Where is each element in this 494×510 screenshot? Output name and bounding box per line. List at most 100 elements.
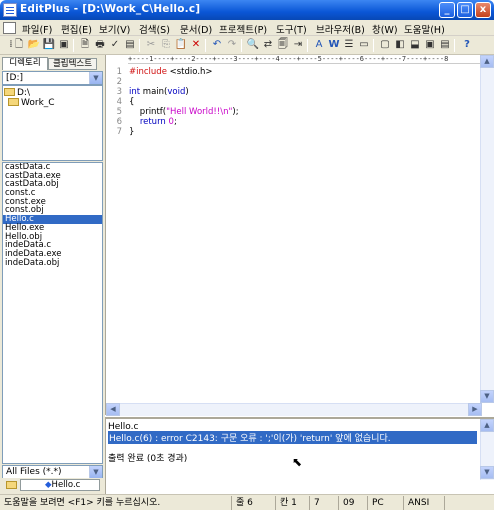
tab-cliptext[interactable]: 클립텍스트 <box>48 58 97 70</box>
tab-directory[interactable]: 디렉토리 <box>2 57 48 70</box>
document-tab-hello-c[interactable]: ◆Hello.c <box>20 479 100 491</box>
output-status-line[interactable]: 출력 완료 (0초 경과) <box>108 451 187 464</box>
document-tab-strip: ◆Hello.c <box>0 478 105 492</box>
word-wrap-icon[interactable]: W <box>327 38 341 52</box>
save-icon[interactable]: 💾 <box>42 38 56 52</box>
window-title: EditPlus - [D:\Work_C\Hello.c] <box>20 3 201 15</box>
line-number: 6 <box>116 117 122 127</box>
tree-node-root[interactable]: D:\ <box>4 88 30 98</box>
toolbar-separator <box>205 39 206 52</box>
close-button[interactable]: x <box>475 2 491 18</box>
cliptext-icon[interactable]: ▤ <box>438 38 452 52</box>
chevron-down-icon[interactable]: ▼ <box>89 72 102 84</box>
editplus-app-icon[interactable] <box>3 3 17 17</box>
paste-icon[interactable]: 📋 <box>174 38 188 52</box>
help-icon[interactable]: ? <box>460 38 474 52</box>
status-line-count: 7 <box>309 496 337 510</box>
mouse-cursor-icon: ⬉ <box>292 455 303 469</box>
line-number: 2 <box>116 77 122 87</box>
minimize-button[interactable]: _ <box>439 2 455 18</box>
window-tile-icon[interactable]: ▢ <box>378 38 392 52</box>
status-help-text: 도움말을 보려면 <F1> 키를 누르십시오. <box>4 498 161 508</box>
menu-project[interactable]: 프로젝트(P) <box>219 22 267 36</box>
menu-view[interactable]: 보기(V) <box>99 22 130 36</box>
document-icon[interactable] <box>3 22 16 34</box>
scroll-down-icon[interactable]: ▼ <box>480 390 494 403</box>
scroll-left-icon[interactable]: ◀ <box>106 403 120 416</box>
drive-select-value: [D:] <box>6 73 23 83</box>
menu-bar: 파일(F) 편집(E) 보기(V) 검색(S) 문서(D) 프로젝트(P) 도구… <box>0 20 494 36</box>
replace-icon[interactable]: ⇄ <box>261 38 275 52</box>
file-filter-value: All Files (*.*) <box>6 467 62 477</box>
output-vertical-scrollbar[interactable]: ▲ ▼ <box>480 419 494 480</box>
line-number-gutter: 1 2 3 4 5 6 7 <box>106 64 126 403</box>
menu-help[interactable]: 도움말(H) <box>404 22 445 36</box>
copy-icon[interactable]: ⎘ <box>159 38 173 52</box>
html-preview-icon[interactable]: ▤ <box>123 38 137 52</box>
save-all-icon[interactable]: ▣ <box>57 38 71 52</box>
directory-window-icon[interactable]: ◧ <box>393 38 407 52</box>
menu-window[interactable]: 창(W) <box>372 22 398 36</box>
status-bar: 도움말을 보려면 <F1> 키를 누르십시오. 줄 6 칸 1 7 09 PC … <box>0 494 494 510</box>
find-icon[interactable]: 🔍 <box>246 38 260 52</box>
fullscreen-icon[interactable]: ▣ <box>423 38 437 52</box>
undo-icon[interactable]: ↶ <box>210 38 224 52</box>
list-item[interactable]: indeData.obj <box>3 258 102 268</box>
folder-icon <box>8 98 19 106</box>
code-line-5: printf("Hell World!!\n"); <box>129 107 239 117</box>
print-icon[interactable]: 🖶 <box>93 38 107 52</box>
font-icon[interactable]: A <box>312 38 326 52</box>
tree-node-work-c[interactable]: Work_C <box>8 98 55 108</box>
scroll-right-icon[interactable]: ▶ <box>468 403 482 416</box>
folder-icon <box>6 481 17 489</box>
menu-edit[interactable]: 편집(E) <box>61 22 92 36</box>
goto-icon[interactable]: ⇥ <box>291 38 305 52</box>
status-number: 09 <box>338 496 366 510</box>
new-file-icon[interactable]: 🗋 <box>12 38 26 52</box>
editor-vertical-scrollbar[interactable]: ▲ ▼ <box>480 55 494 403</box>
find-in-files-icon[interactable]: 🗐 <box>276 38 290 52</box>
output-error-line[interactable]: Hello.c(6) : error C2143: 구문 오류 : ';'이(가… <box>108 431 477 444</box>
scroll-up-icon[interactable]: ▲ <box>480 419 494 432</box>
directory-tree: D:\ Work_C <box>2 85 103 161</box>
code-line-6: return 0; <box>139 117 177 127</box>
output-window[interactable]: Hello.c Hello.c(6) : error C2143: 구문 오류 … <box>105 417 494 495</box>
title-bar[interactable]: EditPlus - [D:\Work_C\Hello.c] _ □ x <box>0 0 494 20</box>
chevron-down-icon[interactable]: ▼ <box>89 466 102 478</box>
line-number-icon[interactable]: ☰ <box>342 38 356 52</box>
open-icon[interactable]: 📂 <box>27 38 41 52</box>
spellcheck-icon[interactable]: ✓ <box>108 38 122 52</box>
print-preview-icon[interactable]: 🗎 <box>78 38 92 52</box>
delete-icon[interactable]: ✕ <box>189 38 203 52</box>
line-number: 4 <box>116 97 122 107</box>
folder-open-icon <box>4 88 15 96</box>
menu-file[interactable]: 파일(F) <box>22 22 52 36</box>
menu-tools[interactable]: 도구(T) <box>276 22 307 36</box>
editor-horizontal-scrollbar[interactable]: ◀ ▶ <box>106 403 482 416</box>
line-number: 1 <box>116 67 122 77</box>
scroll-up-icon[interactable]: ▲ <box>480 55 494 68</box>
menu-document[interactable]: 문서(D) <box>180 22 212 36</box>
toolbar-separator <box>307 39 308 52</box>
ruler-icon[interactable]: ▭ <box>357 38 371 52</box>
output-window-icon[interactable]: ⬓ <box>408 38 422 52</box>
maximize-button[interactable]: □ <box>457 2 473 18</box>
toolbar-separator <box>139 39 140 52</box>
status-column: 칸 1 <box>275 496 308 510</box>
drive-select[interactable]: [D:] ▼ <box>2 71 103 85</box>
menu-search[interactable]: 검색(S) <box>139 22 170 36</box>
cut-icon[interactable]: ✂ <box>144 38 158 52</box>
toolbar-separator <box>241 39 242 52</box>
status-extra <box>444 496 492 510</box>
file-filter-select[interactable]: All Files (*.*) ▼ <box>2 465 103 479</box>
menu-browser[interactable]: 브라우저(B) <box>316 22 365 36</box>
code-line-4: { <box>129 97 135 107</box>
status-line: 줄 6 <box>231 496 274 510</box>
editor-pane[interactable]: +----1----+----2----+----3----+----4----… <box>105 55 494 416</box>
toolbar: ⁞ 🗋 📂 💾 ▣ 🗎 🖶 ✓ ▤ ✂ ⎘ 📋 ✕ ↶ ↷ 🔍 ⇄ 🗐 ⇥ A … <box>0 36 494 55</box>
toolbar-separator <box>454 39 455 52</box>
redo-icon[interactable]: ↷ <box>225 38 239 52</box>
file-list: castData.c castData.exe castData.obj con… <box>2 162 103 464</box>
scroll-down-icon[interactable]: ▼ <box>480 466 494 479</box>
line-number: 3 <box>116 87 122 97</box>
